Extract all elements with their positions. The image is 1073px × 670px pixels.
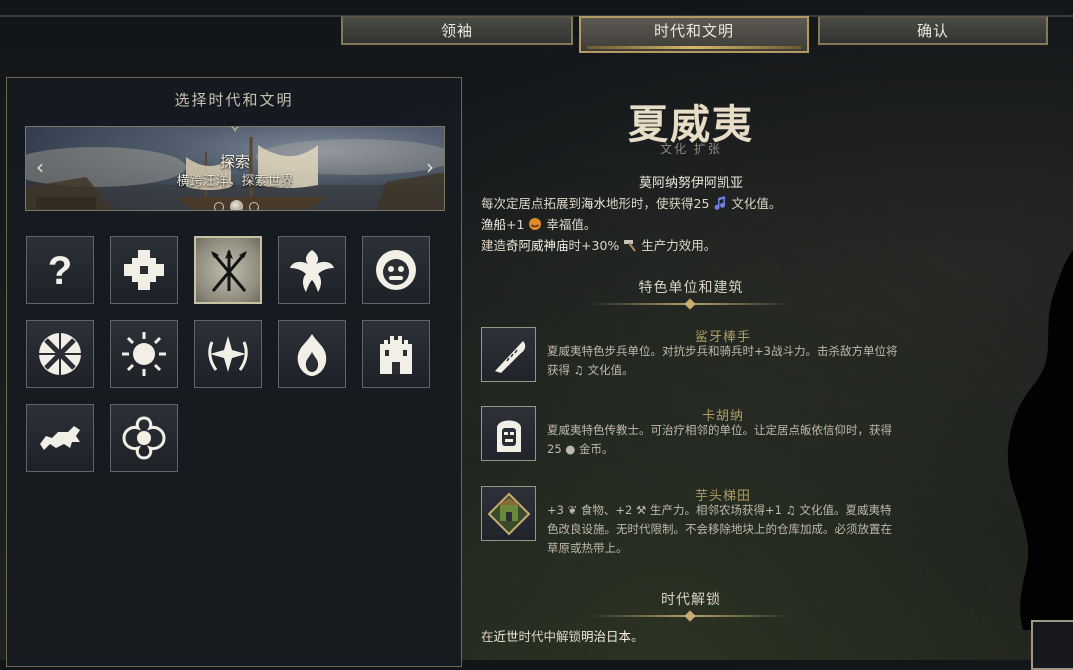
unlock-era: 近世	[493, 629, 519, 644]
ability-text: 文化值。	[727, 196, 782, 211]
crossed-spears-icon	[211, 249, 247, 292]
unlock-text-part: 。	[631, 629, 644, 644]
panel-title: 选择时代和文明	[174, 91, 294, 109]
ability-line-2: 渔船+1 幸福值。	[481, 214, 596, 234]
woven-circle-icon	[39, 333, 81, 375]
ability-text: 生产力效用。	[637, 238, 717, 253]
pager-dot[interactable]	[214, 201, 224, 210]
sun-icon	[122, 332, 166, 376]
playstyle-banner: ✧ ‹ › 探索 横跨汪洋，探索世界	[25, 126, 445, 211]
unique-item[interactable]: 芋头梯田 +3 ❦ 食物、+2 ⚒ 生产力。相邻农场获得+1 ♫ 文化值。夏威夷…	[481, 486, 901, 555]
banner-pager	[211, 196, 262, 210]
civ-tags: 文化 扩张	[660, 142, 722, 156]
unlock-text-part: 在	[481, 629, 494, 644]
tab-leader[interactable]: 领袖	[341, 16, 573, 45]
happiness-icon	[528, 217, 542, 234]
unique-section-heading: 特色单位和建筑	[638, 280, 744, 296]
unique-item-desc: +3 ❦ 食物、+2 ⚒ 生产力。相邻农场获得+1 ♫ 文化值。夏威夷特色改良设…	[547, 503, 892, 555]
unique-item-icon	[481, 486, 536, 541]
civ-option-8[interactable]	[194, 320, 262, 388]
unique-item-icon	[481, 327, 536, 382]
culture-icon	[713, 196, 727, 213]
cross-emblem-icon	[124, 250, 164, 290]
heraldic-lion-icon	[40, 426, 80, 450]
section-divider	[590, 615, 790, 617]
unique-item[interactable]: 卡胡纳 夏威夷特色传教士。可治疗相邻的单位。让定居点皈依信仰时，获得25 ● 金…	[481, 406, 901, 466]
unique-item-desc: 夏威夷特色传教士。可治疗相邻的单位。让定居点皈依信仰时，获得25 ● 金币。	[547, 423, 892, 456]
ability-text: 地形时，使获得25	[606, 196, 714, 211]
civ-option-random[interactable]: ?	[26, 236, 94, 304]
ability-keyword: 渔船	[481, 217, 507, 232]
civ-option-9[interactable]	[278, 320, 346, 388]
civ-select-panel: 选择时代和文明 ✧ ‹ › 探索 横跨汪洋，探索世界 ?	[6, 77, 462, 667]
taro-terrace-icon	[487, 492, 531, 536]
unlock-text-part: 时代中解锁	[518, 629, 582, 644]
flame-icon	[297, 334, 327, 376]
banner-ornament-icon: ✧	[227, 126, 243, 138]
civ-ability-name: 莫阿纳努伊阿凯亚	[638, 176, 743, 191]
civ-option-4[interactable]	[278, 236, 346, 304]
ability-text: 幸福值。	[542, 217, 597, 232]
tab-era-and-civ[interactable]: 时代和文明	[579, 16, 809, 53]
laurel-star-icon	[208, 336, 248, 372]
random-question-icon: ?	[48, 249, 72, 293]
civ-option-11[interactable]	[26, 404, 94, 472]
corner-button[interactable]	[1031, 620, 1073, 670]
shark-club-icon	[495, 341, 526, 373]
banner-title: 探索	[219, 153, 250, 171]
leader-silhouette	[1007, 250, 1073, 630]
ability-text: 时+30%	[568, 238, 624, 253]
ornate-quatrefoil-icon	[122, 416, 166, 460]
ability-line-1: 每次定居点拓展到海水地形时，使获得25 文化值。	[481, 193, 781, 213]
kahuna-mask-icon	[497, 420, 521, 452]
lion-mask-icon	[376, 250, 416, 290]
pager-dot-active[interactable]	[230, 200, 243, 210]
production-icon	[623, 238, 637, 255]
unique-item[interactable]: 鲨牙棒手 夏威夷特色步兵单位。对抗步兵和骑兵时+3战斗力。击杀敌方单位将获得 ♫…	[481, 327, 901, 387]
ability-keyword: 海水	[581, 196, 607, 211]
ability-line-3: 建造奇阿威神庙时+30% 生产力效用。	[481, 235, 716, 255]
unlock-section-heading: 时代解锁	[661, 592, 721, 608]
pager-dot[interactable]	[249, 201, 259, 210]
tab-confirm[interactable]: 确认	[818, 16, 1048, 45]
unique-item-desc: 夏威夷特色步兵单位。对抗步兵和骑兵时+3战斗力。击杀敌方单位将获得 ♫ 文化值。	[547, 344, 898, 377]
unlock-target-civ: 明治日本	[581, 629, 632, 644]
civ-option-2[interactable]	[110, 236, 178, 304]
phoenix-icon	[290, 250, 334, 292]
unique-item-icon	[481, 406, 536, 461]
civ-option-6[interactable]	[26, 320, 94, 388]
civ-option-hawaii[interactable]	[194, 236, 262, 304]
ability-text: 每次定居点拓展到	[481, 196, 582, 211]
ability-text: +1	[506, 217, 529, 232]
ability-keyword: 奇阿威神庙	[506, 238, 569, 253]
svg-text:?: ?	[48, 249, 72, 293]
civ-option-12[interactable]	[110, 404, 178, 472]
unlock-text: 在近世时代中解锁明治日本。	[481, 626, 644, 645]
ability-text: 建造	[481, 238, 507, 253]
castle-icon	[380, 336, 412, 374]
civ-option-5[interactable]	[362, 236, 430, 304]
section-divider	[590, 303, 790, 305]
civ-option-7[interactable]	[110, 320, 178, 388]
civ-option-10[interactable]	[362, 320, 430, 388]
banner-subtitle: 横跨汪洋，探索世界	[176, 174, 294, 189]
